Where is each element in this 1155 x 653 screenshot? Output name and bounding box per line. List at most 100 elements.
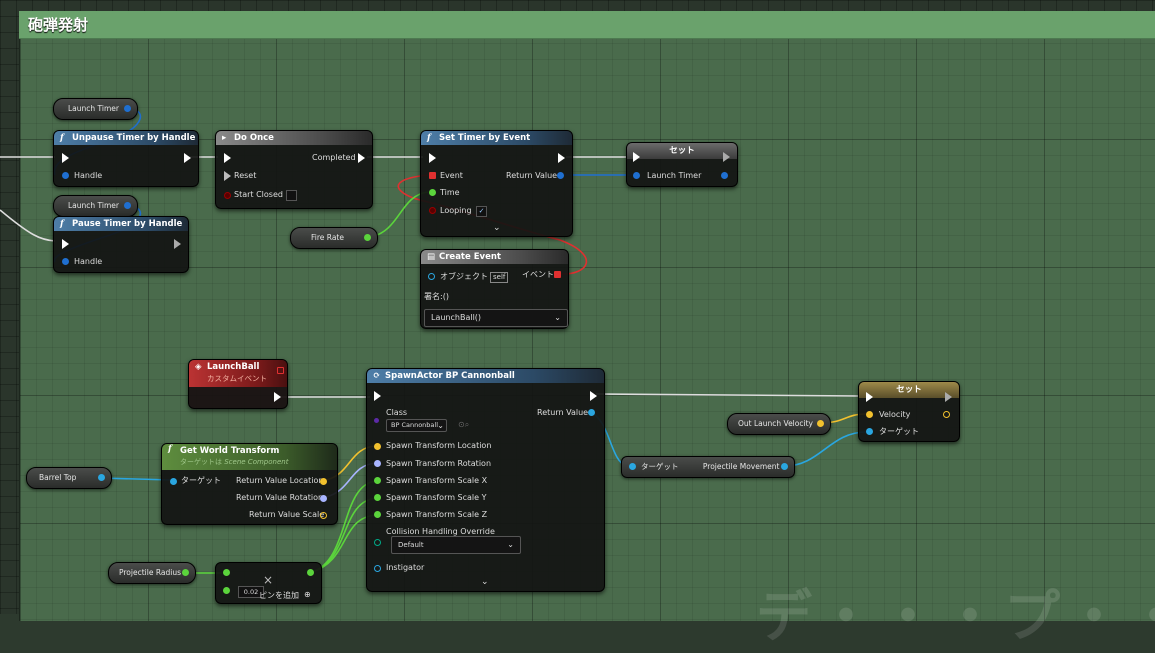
handle-pin[interactable] <box>62 258 69 265</box>
velocity-pin[interactable] <box>866 411 873 418</box>
handle-pin[interactable] <box>62 172 69 179</box>
looping-checkbox[interactable]: ✓ <box>476 206 487 217</box>
rot-pin[interactable] <box>320 495 327 502</box>
expand-chevron-icon[interactable]: ⌄ <box>481 577 489 587</box>
node-header[interactable]: ▸ Do Once <box>216 131 372 145</box>
float-pin[interactable] <box>364 234 371 241</box>
time-pin[interactable] <box>429 189 436 196</box>
event-out-pin[interactable] <box>554 271 561 278</box>
exec-out-pin[interactable] <box>184 153 191 163</box>
pause-timer-node[interactable]: f Pause Timer by Handle Handle <box>53 216 189 273</box>
expand-chevron-icon[interactable]: ⌄ <box>493 223 501 233</box>
start-closed-pin[interactable] <box>224 192 231 199</box>
node-header[interactable]: f Get World Transform ターゲットは Scene Compo… <box>162 444 337 470</box>
reset-pin[interactable] <box>224 171 231 181</box>
unpause-timer-node[interactable]: f Unpause Timer by Handle Handle <box>53 130 199 187</box>
target-pin[interactable] <box>170 478 177 485</box>
chevron-down-icon: ⌄ <box>554 313 561 322</box>
set-velocity-node[interactable]: セット Velocity ターゲット <box>858 381 960 442</box>
launch-timer-pin[interactable] <box>633 172 640 179</box>
launch-timer-getter-2[interactable]: Launch Timer <box>53 195 138 217</box>
node-header[interactable]: ▤ Create Event <box>421 250 568 264</box>
exec-out-pin[interactable] <box>558 153 565 163</box>
projectile-movement-getter[interactable]: ターゲット Projectile Movement <box>621 456 795 478</box>
exec-out-pin[interactable] <box>723 152 730 162</box>
node-header[interactable]: f Unpause Timer by Handle <box>54 131 198 145</box>
add-pin-label[interactable]: ピンを追加 <box>259 591 299 601</box>
velocity-out-pin[interactable] <box>943 411 950 418</box>
exec-out-pin[interactable] <box>174 239 181 249</box>
loc-pin[interactable] <box>374 443 381 450</box>
a-pin[interactable] <box>223 569 230 576</box>
node-header[interactable]: f Pause Timer by Handle <box>54 217 188 231</box>
exec-in-pin[interactable] <box>224 153 231 163</box>
node-header[interactable]: f Set Timer by Event <box>421 131 572 145</box>
object-pin[interactable] <box>124 202 131 209</box>
projectile-radius-getter[interactable]: Projectile Radius <box>108 562 196 584</box>
delegate-pin[interactable] <box>277 367 284 374</box>
class-pin[interactable] <box>374 418 379 423</box>
result-pin[interactable] <box>307 569 314 576</box>
scale-pin[interactable] <box>320 512 327 519</box>
return-value-pin[interactable] <box>557 172 564 179</box>
object-pin[interactable] <box>781 463 788 470</box>
set-header[interactable]: セット <box>627 143 737 159</box>
exec-in-pin[interactable] <box>62 239 69 249</box>
class-select[interactable]: BP Cannonball ⌄ <box>386 419 447 432</box>
add-pin-icon[interactable]: ⊕ <box>304 590 311 600</box>
exec-in-pin[interactable] <box>633 152 640 162</box>
comment-header[interactable] <box>19 11 1155 39</box>
exec-out-pin[interactable] <box>274 392 281 402</box>
exec-out-pin[interactable] <box>945 392 952 402</box>
barrel-top-getter[interactable]: Barrel Top <box>26 467 112 489</box>
out-launch-velocity-getter[interactable]: Out Launch Velocity <box>727 413 831 435</box>
target-pin[interactable] <box>629 463 636 470</box>
object-pin[interactable] <box>124 105 131 112</box>
b-pin[interactable] <box>223 587 230 594</box>
multiply-node[interactable]: × 0.02 ピンを追加 ⊕ <box>215 562 322 604</box>
watermark-text: デ・・・プ・・・ <box>756 585 1155 650</box>
looping-pin[interactable] <box>429 207 436 214</box>
sz-pin[interactable] <box>374 511 381 518</box>
launch-timer-label: Launch Timer <box>68 201 119 210</box>
launch-timer-getter[interactable]: Launch Timer <box>53 98 138 120</box>
exec-in-pin[interactable] <box>62 153 69 163</box>
instigator-pin[interactable] <box>374 565 381 572</box>
event-pin[interactable] <box>429 172 436 179</box>
launch-ball-event-node[interactable]: ◈ LaunchBall カスタムイベント <box>188 359 288 409</box>
object-pin[interactable] <box>428 273 435 280</box>
do-once-node[interactable]: ▸ Do Once Completed Reset Start Closed <box>215 130 373 209</box>
object-pin[interactable] <box>98 474 105 481</box>
create-event-node[interactable]: ▤ Create Event オブジェクト self イベント 署名:() Laun… <box>420 249 569 329</box>
target-pin[interactable] <box>866 428 873 435</box>
rot-pin[interactable] <box>374 460 381 467</box>
function-select[interactable]: LaunchBall() ⌄ <box>424 309 568 327</box>
exec-in-pin[interactable] <box>374 391 381 401</box>
set-header[interactable]: セット <box>859 382 959 398</box>
instigator-label: Instigator <box>386 563 425 572</box>
sx-pin[interactable] <box>374 477 381 484</box>
float-pin[interactable] <box>182 569 189 576</box>
out-launch-velocity-label: Out Launch Velocity <box>738 419 813 428</box>
node-header[interactable]: ⟳ SpawnActor BP Cannonball <box>367 369 604 383</box>
loc-pin[interactable] <box>320 478 327 485</box>
collision-select[interactable]: Default ⌄ <box>391 536 521 554</box>
node-header[interactable]: ◈ LaunchBall カスタムイベント <box>189 360 287 387</box>
return-value-pin[interactable] <box>588 409 595 416</box>
exec-in-pin[interactable] <box>866 392 873 402</box>
exec-in-pin[interactable] <box>429 153 436 163</box>
projectile-radius-label: Projectile Radius <box>119 568 181 577</box>
get-world-transform-node[interactable]: f Get World Transform ターゲットは Scene Compo… <box>161 443 338 525</box>
collision-pin[interactable] <box>374 539 381 546</box>
vector-pin[interactable] <box>817 420 824 427</box>
spawn-actor-node[interactable]: ⟳ SpawnActor BP Cannonball Class BP Canno… <box>366 368 605 592</box>
browse-icon[interactable]: ⊙⌕ <box>458 420 469 430</box>
completed-pin[interactable] <box>358 153 365 163</box>
sy-pin[interactable] <box>374 494 381 501</box>
exec-out-pin[interactable] <box>590 391 597 401</box>
start-closed-checkbox[interactable] <box>286 190 297 201</box>
set-timer-node[interactable]: f Set Timer by Event Event Return Value T… <box>420 130 573 237</box>
fire-rate-getter[interactable]: Fire Rate <box>290 227 378 249</box>
launch-timer-out-pin[interactable] <box>721 172 728 179</box>
set-launch-timer-node[interactable]: セット Launch Timer <box>626 142 738 187</box>
